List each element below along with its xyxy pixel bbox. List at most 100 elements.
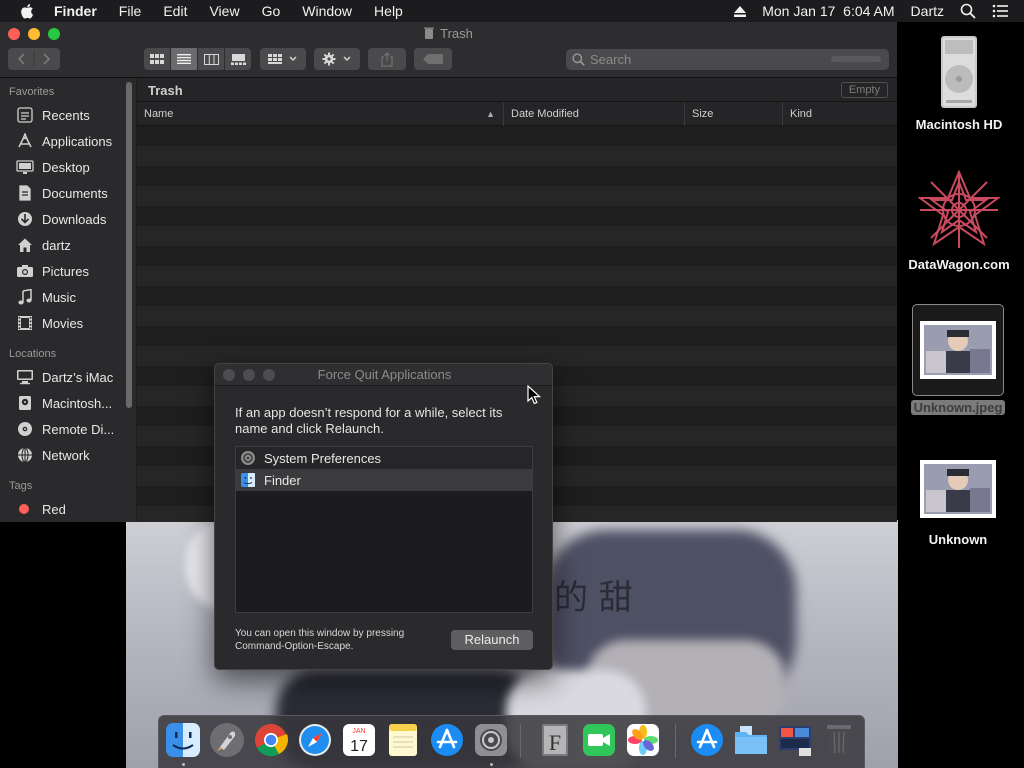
list-view-button[interactable] <box>171 48 197 70</box>
folder-icon <box>735 726 767 754</box>
dock-font-book[interactable]: F <box>537 722 573 758</box>
menu-window[interactable]: Window <box>302 3 352 19</box>
app-store-icon <box>691 724 723 756</box>
dock-facetime[interactable] <box>581 722 617 758</box>
globe-icon <box>18 447 32 463</box>
photos-icon <box>627 724 659 756</box>
dock-safari[interactable] <box>297 722 333 758</box>
menu-app-name[interactable]: Finder <box>54 3 97 19</box>
screenshot-stack-icon <box>779 726 811 756</box>
column-header-kind[interactable]: Kind <box>783 102 897 126</box>
menu-help[interactable]: Help <box>374 3 403 19</box>
sidebar-item-remote-disc[interactable]: Remote Di... <box>16 418 132 440</box>
dock-trash[interactable] <box>821 722 857 758</box>
sidebar-item-label: Pictures <box>42 263 89 279</box>
sidebar-item-network[interactable]: Network <box>16 444 132 466</box>
sidebar-item-label: Music <box>42 289 76 305</box>
desktop-icon-unknown-jpeg[interactable]: Unknown.jpeg <box>909 304 1007 415</box>
action-menu-button[interactable] <box>314 48 360 70</box>
group-by-button[interactable] <box>260 48 306 70</box>
clock-icon <box>17 107 33 123</box>
trash-icon <box>424 27 435 39</box>
dock-system-preferences[interactable] <box>473 722 509 758</box>
eject-icon[interactable] <box>734 5 747 17</box>
app-list-item-finder[interactable]: Finder <box>236 469 532 491</box>
share-icon <box>381 51 393 67</box>
sidebar-item-imac[interactable]: Dartz’s iMac <box>16 366 132 388</box>
search-input[interactable] <box>590 52 830 67</box>
menu-user[interactable]: Dartz <box>911 3 944 19</box>
dock-calendar[interactable]: JAN 17 <box>341 722 377 758</box>
menu-go[interactable]: Go <box>262 3 281 19</box>
sidebar-scrollbar[interactable] <box>126 82 132 408</box>
calendar-day: 17 <box>350 738 368 755</box>
desktop-icon-datawagon[interactable]: DataWagon.com <box>903 169 1015 272</box>
photo-thumbnail-icon <box>920 460 996 518</box>
sidebar-item-label: Red <box>42 501 66 517</box>
gear-icon <box>322 52 351 66</box>
column-header-kind-label: Kind <box>790 108 813 120</box>
empty-trash-button[interactable]: Empty <box>840 82 888 98</box>
sidebar-item-recents[interactable]: Recents <box>16 104 132 126</box>
sidebar-item-macintosh-hd[interactable]: Macintosh... <box>16 392 132 414</box>
desktop-icon-label: Unknown.jpeg <box>910 400 1006 415</box>
svg-text:F: F <box>549 730 561 755</box>
column-header-name-label: Name <box>144 108 174 120</box>
dock-chrome[interactable] <box>253 722 289 758</box>
dock-launchpad[interactable] <box>209 722 245 758</box>
tags-button[interactable] <box>414 48 452 70</box>
back-chevron-icon <box>17 53 25 65</box>
dock-notes[interactable] <box>385 722 421 758</box>
dock-folder[interactable] <box>733 722 769 758</box>
dock-photos[interactable] <box>625 722 661 758</box>
column-header-size[interactable]: Size <box>685 102 783 126</box>
dock-finder[interactable] <box>165 722 201 758</box>
menu-view[interactable]: View <box>209 3 239 19</box>
calendar-month: JAN <box>352 728 365 735</box>
window-title-text: Trash <box>440 26 473 41</box>
column-view-button[interactable] <box>198 48 224 70</box>
sidebar-item-downloads[interactable]: Downloads <box>16 208 132 230</box>
sidebar-item-documents[interactable]: Documents <box>16 182 132 204</box>
sidebar-item-pictures[interactable]: Pictures <box>16 260 132 282</box>
sidebar-item-applications[interactable]: Applications <box>16 130 132 152</box>
apple-icon[interactable] <box>20 3 34 19</box>
desktop-icon-label: Unknown <box>928 532 988 547</box>
notification-center-icon[interactable] <box>992 3 1008 19</box>
dock-separator <box>675 724 676 758</box>
menu-clock[interactable]: Mon Jan 17 6:04 AM <box>762 3 894 19</box>
relaunch-button[interactable]: Relaunch <box>451 630 533 650</box>
dock-app-store-folder[interactable] <box>689 722 725 758</box>
sidebar-item-movies[interactable]: Movies <box>16 312 132 334</box>
column-header-date-modified[interactable]: Date Modified <box>504 102 685 126</box>
rocket-icon <box>210 723 244 757</box>
sidebar-item-tag-red[interactable]: Red <box>16 498 132 520</box>
spotlight-icon[interactable] <box>960 3 976 19</box>
app-list[interactable]: System Preferences Finder <box>235 446 533 613</box>
share-button[interactable] <box>368 48 406 70</box>
gallery-view-button[interactable] <box>225 48 251 70</box>
icon-view-button[interactable] <box>144 48 170 70</box>
dock-screenshot-stack[interactable] <box>777 722 813 758</box>
home-icon <box>18 238 32 252</box>
search-field[interactable] <box>566 49 889 70</box>
grid-view-icon <box>150 54 164 64</box>
search-icon <box>572 53 585 66</box>
menu-file[interactable]: File <box>119 3 142 19</box>
music-note-icon <box>18 289 32 305</box>
app-list-item-system-preferences[interactable]: System Preferences <box>236 447 532 469</box>
sidebar-item-music[interactable]: Music <box>16 286 132 308</box>
desktop-icon-unknown[interactable]: Unknown <box>909 450 1007 547</box>
dock-app-store[interactable] <box>429 722 465 758</box>
mandala-image-icon <box>916 169 1002 248</box>
sidebar-item-desktop[interactable]: Desktop <box>16 156 132 178</box>
chrome-icon <box>255 724 289 757</box>
desktop-icon-macintosh-hd[interactable]: Macintosh HD <box>903 34 1015 132</box>
search-scope-indicator <box>831 56 881 62</box>
sidebar-header-tags: Tags <box>9 480 33 492</box>
menu-edit[interactable]: Edit <box>163 3 187 19</box>
column-header-name[interactable]: Name ▲ <box>137 102 504 126</box>
gear-icon <box>241 451 255 465</box>
sidebar-item-home[interactable]: dartz <box>16 234 132 256</box>
finder-icon <box>166 723 200 757</box>
